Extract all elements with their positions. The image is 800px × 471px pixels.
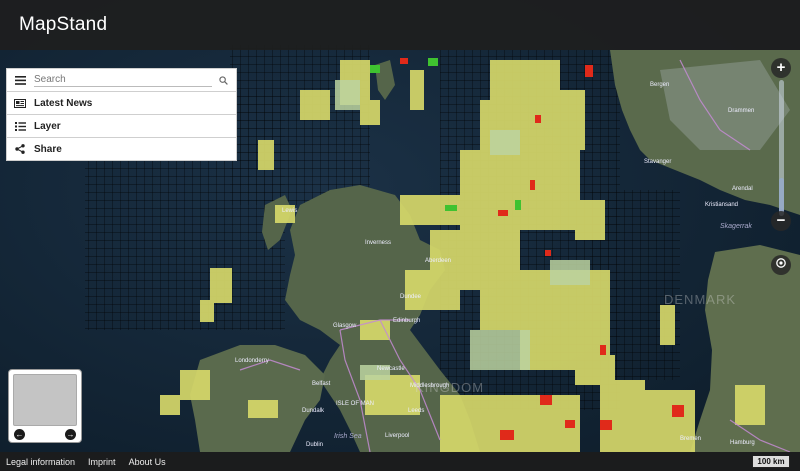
svg-text:Dundalk: Dundalk: [302, 408, 325, 414]
svg-text:Bergen: Bergen: [650, 82, 669, 88]
overview-map[interactable]: ← →: [8, 369, 82, 443]
menu-icon[interactable]: [13, 75, 27, 85]
arrow-left-icon[interactable]: ←: [14, 429, 25, 440]
svg-text:Aberdeen: Aberdeen: [425, 258, 451, 264]
svg-text:Glasgow: Glasgow: [333, 323, 357, 329]
overview-map-view[interactable]: [13, 374, 77, 426]
svg-text:KINGDOM: KINGDOM: [415, 380, 484, 395]
panel-item-label: Share: [34, 143, 62, 155]
footer-link-imprint[interactable]: Imprint: [88, 457, 116, 467]
panel-item-label: Layer: [34, 120, 61, 132]
panel-item-layer[interactable]: Layer: [6, 115, 237, 138]
panel-item-share[interactable]: Share: [6, 138, 237, 161]
svg-text:Leeds: Leeds: [408, 408, 424, 414]
search-icon[interactable]: [216, 73, 230, 87]
side-panel: Latest News Layer Share: [6, 68, 237, 161]
svg-text:Liverpool: Liverpool: [385, 433, 409, 439]
svg-text:Arendal: Arendal: [732, 186, 753, 192]
panel-item-label: Latest News: [34, 97, 93, 109]
search-row: [6, 68, 237, 92]
newspaper-icon: [13, 98, 27, 108]
locate-icon: [775, 256, 787, 274]
overview-nav: ← →: [13, 429, 77, 440]
top-bar: MapStand: [0, 0, 800, 50]
svg-text:Stavanger: Stavanger: [644, 159, 671, 165]
svg-text:Londonderry: Londonderry: [235, 358, 269, 364]
svg-text:Lewis: Lewis: [282, 208, 297, 214]
footer-link-legal[interactable]: Legal information: [6, 457, 75, 467]
svg-text:Newcastle: Newcastle: [377, 366, 405, 372]
arrow-right-icon[interactable]: →: [65, 429, 76, 440]
svg-text:Irish Sea: Irish Sea: [334, 433, 362, 440]
svg-text:Skagerrak: Skagerrak: [720, 223, 752, 230]
zoom-in-button[interactable]: +: [771, 58, 791, 78]
svg-text:Belfast: Belfast: [312, 381, 331, 387]
list-icon: [13, 121, 27, 131]
svg-text:Hamburg: Hamburg: [730, 440, 755, 446]
svg-text:ISLE OF MAN: ISLE OF MAN: [336, 401, 374, 407]
footer-link-about[interactable]: About Us: [129, 457, 166, 467]
share-icon: [13, 144, 27, 154]
svg-text:Inverness: Inverness: [365, 240, 391, 246]
locate-button[interactable]: [771, 255, 791, 275]
svg-text:Drammen: Drammen: [728, 108, 754, 114]
svg-text:DENMARK: DENMARK: [664, 292, 736, 307]
zoom-out-button[interactable]: −: [771, 211, 791, 231]
zoom-control: + −: [771, 58, 791, 231]
scale-bar: 100 km: [752, 456, 790, 468]
svg-text:Kristiansand: Kristiansand: [705, 202, 738, 208]
search-input[interactable]: [34, 73, 212, 87]
footer: Legal information Imprint About Us: [0, 452, 800, 471]
svg-text:Bremen: Bremen: [680, 436, 701, 442]
brand-title[interactable]: MapStand: [19, 14, 107, 36]
svg-text:Dublin: Dublin: [306, 442, 323, 448]
svg-text:Dundee: Dundee: [400, 294, 422, 300]
zoom-slider[interactable]: [779, 80, 784, 216]
panel-item-latest-news[interactable]: Latest News: [6, 92, 237, 115]
svg-text:Edinburgh: Edinburgh: [393, 318, 420, 324]
